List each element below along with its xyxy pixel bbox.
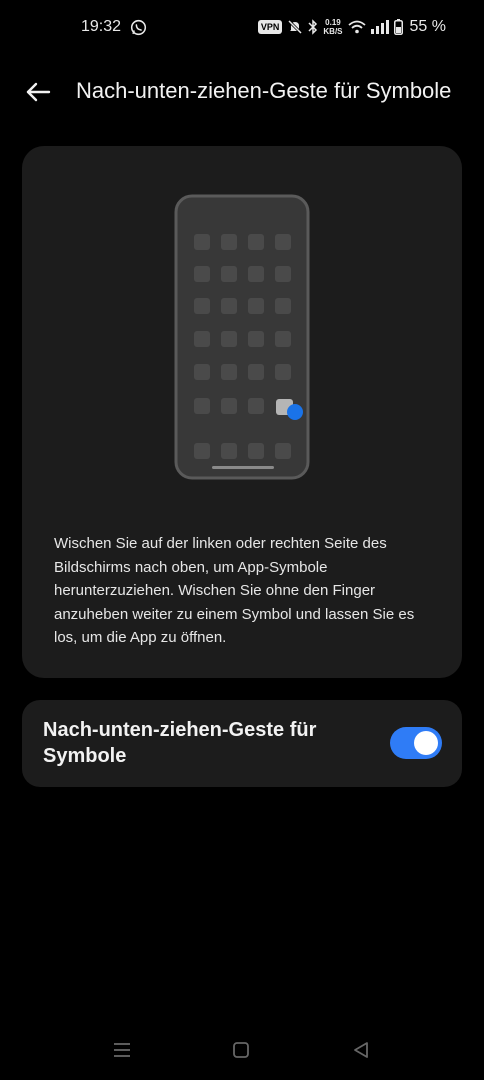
wifi-icon [347,20,366,34]
app-icon-placeholder [275,443,291,459]
switch-knob [414,731,438,755]
mute-icon [288,19,303,35]
app-icon-placeholder [248,234,264,250]
app-icon-placeholder [275,364,291,380]
back-button[interactable] [22,76,54,108]
page-title: Nach-unten-ziehen-Geste für Symbole [76,78,452,103]
setting-label: Nach-unten-ziehen-Geste für Symbole [43,719,317,767]
vpn-badge: VPN [257,20,283,34]
back-triangle-icon [354,1042,368,1058]
net-speed-value: 0.19 [325,18,341,27]
app-icon-placeholder [248,364,264,380]
app-icon-placeholder [221,298,237,314]
app-icon-placeholder [194,266,210,282]
app-icon-placeholder [248,266,264,282]
app-icon-placeholder [248,331,264,347]
whatsapp-icon [130,19,147,36]
navigation-bar [0,1020,484,1080]
home-icon [233,1042,249,1058]
app-icon-placeholder [221,364,237,380]
app-icon-placeholder [194,398,210,414]
setting-row[interactable]: Nach-unten-ziehen-Geste für Symbole [22,700,462,787]
app-icon-placeholder [194,364,210,380]
app-icon-placeholder [248,398,264,414]
arrow-left-icon [26,82,51,102]
app-icon-placeholder [221,398,237,414]
gesture-toggle-switch[interactable] [390,727,442,759]
bluetooth-icon [308,19,318,35]
app-icon-placeholder [275,234,291,250]
recent-apps-button[interactable] [110,1038,134,1062]
app-icon-placeholder [248,443,264,459]
net-speed-unit: KB/S [323,27,343,36]
app-icon-placeholder [275,331,291,347]
battery-icon [393,19,403,35]
app-header: Nach-unten-ziehen-Geste für Symbole [0,70,484,114]
gesture-description: Wischen Sie auf der linken oder rechten … [54,535,415,646]
app-icon-placeholder [194,298,210,314]
app-icon-placeholder [221,443,237,459]
home-indicator [212,466,274,469]
finger-touch-icon [287,404,303,420]
status-bar: 19:32 VPN 0.19 KB/S 55 % [0,0,484,56]
battery-percent: 55 % [409,18,446,35]
nav-back-button[interactable] [349,1038,373,1062]
signal-icon [370,20,389,34]
app-icon-placeholder [194,443,210,459]
status-icons: VPN 0.19 KB/S 55 % [257,17,446,37]
app-icon-placeholder [221,234,237,250]
app-icon-placeholder [221,331,237,347]
home-button[interactable] [229,1038,253,1062]
app-icon-placeholder [248,298,264,314]
gesture-info-card: Wischen Sie auf der linken oder rechten … [22,146,462,678]
app-icon-placeholder [221,266,237,282]
status-time: 19:32 [81,18,122,35]
net-speed: 0.19 KB/S [323,18,342,36]
app-icon-placeholder [275,266,291,282]
app-icon-placeholder [275,298,291,314]
menu-icon [114,1043,130,1057]
app-icon-placeholder [194,331,210,347]
phone-illustration [174,194,310,480]
app-icon-placeholder [194,234,210,250]
